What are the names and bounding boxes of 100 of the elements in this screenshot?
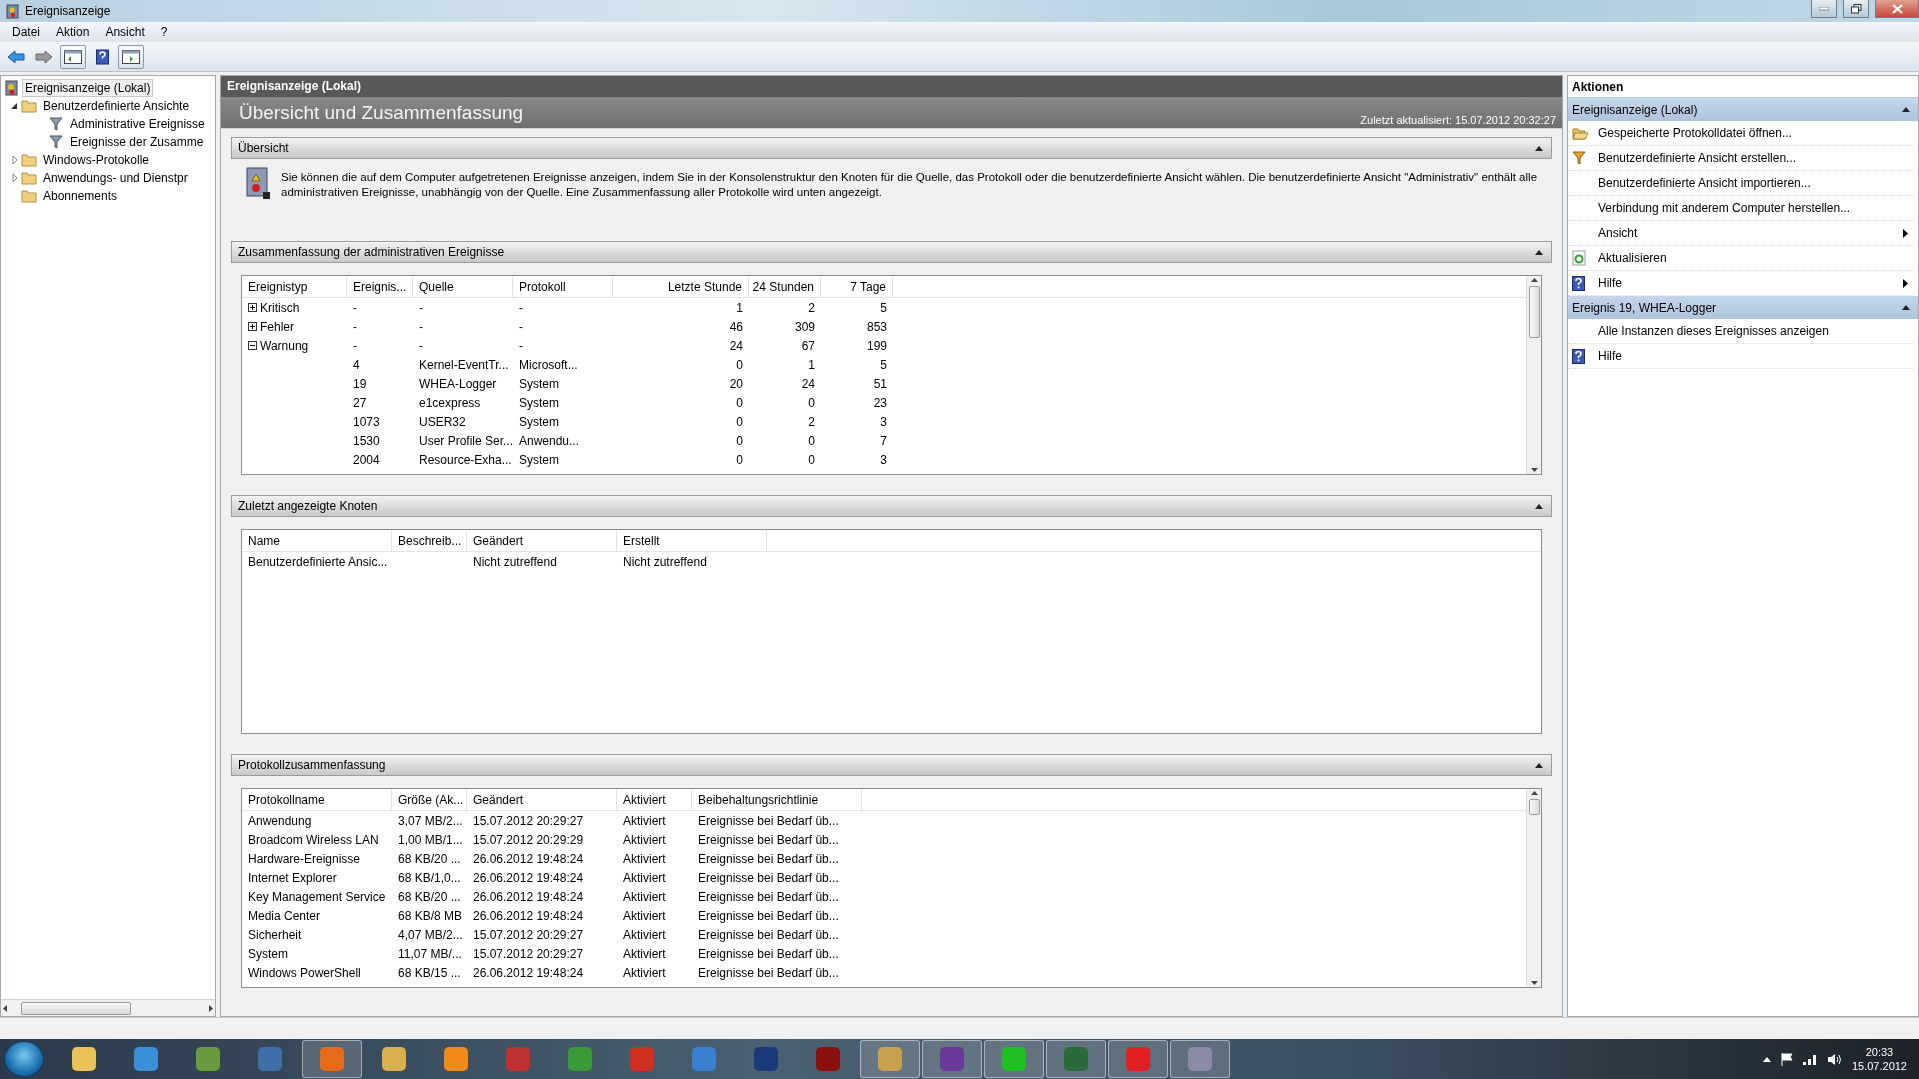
tree-item[interactable]: Benutzerdefinierte Ansichte — [40, 97, 193, 115]
scroll-down-icon[interactable] — [1530, 468, 1538, 472]
section-header[interactable]: Zuletzt angezeigte Knoten — [231, 495, 1552, 517]
table-cell-text: 0 — [735, 413, 744, 431]
tree-item[interactable]: Administrative Ereignisse — [67, 115, 208, 133]
action-link[interactable]: Benutzerdefinierte Ansicht erstellen... — [1598, 151, 1908, 165]
maximize-button[interactable] — [1843, 0, 1869, 18]
signal-icon[interactable] — [1802, 1053, 1817, 1065]
action-link[interactable]: Ansicht — [1598, 226, 1903, 240]
column-header[interactable]: Geändert — [467, 789, 617, 811]
collapse-icon[interactable] — [1535, 145, 1543, 151]
table-cell-text: System — [247, 945, 289, 963]
tree-item[interactable]: Ereignisanzeige (Lokal) — [22, 79, 154, 97]
table-cell-text: 68 KB/20 ... — [397, 850, 462, 868]
table-cell-text: Kernel-EventTr... — [418, 356, 510, 374]
menu-item[interactable]: Aktion — [48, 23, 98, 41]
column-header[interactable]: Beibehaltungsrichtlinie — [692, 789, 862, 811]
column-header[interactable]: Letzte Stunde — [613, 276, 749, 298]
column-header[interactable]: Erstellt — [617, 530, 767, 552]
tree-item[interactable]: Abonnements — [40, 187, 121, 205]
column-header[interactable]: Beschreib... — [392, 530, 467, 552]
column-header[interactable]: Quelle — [413, 276, 513, 298]
collapse-icon[interactable] — [248, 341, 257, 350]
column-header[interactable]: Ereignis... — [347, 276, 413, 298]
column-header[interactable]: Größe (Ak... — [392, 789, 467, 811]
expand-icon[interactable] — [248, 303, 257, 312]
action-link[interactable]: Alle Instanzen dieses Ereignisses anzeigen — [1598, 324, 1908, 338]
close-button[interactable] — [1875, 0, 1919, 18]
section-header[interactable]: Zusammenfassung der administrativen Ereignisse — [231, 241, 1552, 263]
column-header[interactable]: Name — [242, 530, 392, 552]
table-cell-text: Ereignisse bei Bedarf üb... — [697, 831, 840, 849]
action-link[interactable]: Verbindung mit anderem Computer herstellen... — [1598, 201, 1908, 215]
section-header[interactable]: Protokollzusammenfassung — [231, 754, 1552, 776]
minimize-button[interactable] — [1811, 0, 1837, 18]
table-cell-text: 4,07 MB/2... — [397, 926, 464, 944]
flag-icon[interactable] — [1780, 1052, 1793, 1066]
funnel-icon — [1572, 151, 1586, 165]
show-hidden-icons-icon[interactable] — [1762, 1056, 1771, 1062]
table-cell-text: 68 KB/15 ... — [397, 964, 462, 982]
table-cell-text: 2004 — [352, 451, 381, 469]
scroll-right-icon[interactable] — [209, 1004, 213, 1012]
table-cell-text: 1 — [735, 299, 744, 317]
column-header[interactable]: Protokollname — [242, 789, 392, 811]
section-header[interactable]: Übersicht — [231, 137, 1552, 159]
action-link[interactable]: Gespeicherte Protokolldatei öffnen... — [1598, 126, 1908, 140]
table-cell-text: Aktiviert — [622, 869, 667, 887]
scroll-down-icon[interactable] — [1530, 981, 1538, 985]
table-cell-text: - — [518, 299, 524, 317]
taskbar-button[interactable] — [922, 1040, 982, 1078]
expand-icon[interactable] — [248, 322, 257, 331]
collapse-icon[interactable] — [1535, 762, 1543, 768]
column-header[interactable]: 7 Tage — [821, 276, 893, 298]
funnel-icon — [49, 135, 63, 149]
scroll-thumb[interactable] — [21, 1001, 131, 1015]
action-link[interactable]: Benutzerdefinierte Ansicht importieren... — [1598, 176, 1908, 190]
speaker-icon[interactable] — [1826, 1052, 1842, 1066]
scrollbar[interactable] — [1, 999, 215, 1016]
start-button[interactable] — [4, 1041, 44, 1077]
column-header[interactable]: Protokoll — [513, 276, 613, 298]
collapse-icon[interactable] — [1535, 503, 1543, 509]
table-cell-text: User Profile Ser... — [418, 432, 513, 450]
tree-item[interactable]: Windows-Protokolle — [40, 151, 153, 169]
collapse-icon[interactable] — [1902, 107, 1910, 112]
scroll-left-icon[interactable] — [3, 1004, 7, 1012]
action-link[interactable]: Aktualisieren — [1598, 251, 1908, 265]
scrollbar[interactable] — [1526, 789, 1541, 987]
collapse-icon[interactable] — [1902, 305, 1910, 310]
show-action-pane-button[interactable] — [118, 44, 144, 69]
table-cell-text: Broadcom Wireless LAN — [247, 831, 380, 849]
column-header[interactable]: Geändert — [467, 530, 617, 552]
table-cell-text: 19 — [352, 375, 368, 393]
table-cell-text: 68 KB/1,0... — [397, 869, 462, 887]
menu-item[interactable]: ? — [152, 23, 176, 41]
scroll-up-icon[interactable] — [1530, 278, 1538, 282]
scroll-up-icon[interactable] — [1530, 791, 1538, 795]
column-header[interactable]: Aktiviert — [617, 789, 692, 811]
clock[interactable]: 20:33 15.07.2012 — [1851, 1045, 1907, 1073]
collapse-icon[interactable] — [1535, 249, 1543, 255]
taskbar-button[interactable] — [1046, 1040, 1106, 1078]
action-link[interactable]: Hilfe — [1598, 276, 1903, 290]
action-link[interactable]: Hilfe — [1598, 349, 1908, 363]
scroll-thumb[interactable] — [1528, 286, 1540, 338]
menu-item[interactable]: Datei — [4, 23, 48, 41]
group-header[interactable]: Ereignis 19, WHEA-Logger — [1568, 296, 1918, 319]
tree-item[interactable]: Anwendungs- und Dienstpr — [40, 169, 191, 187]
menu-item[interactable]: Ansicht — [97, 23, 153, 41]
table-cell-text: Ereignisse bei Bedarf üb... — [697, 926, 840, 944]
tree-item[interactable]: Ereignisse der Zusamme — [67, 133, 207, 151]
table-cell-text: Ereignisse bei Bedarf üb... — [697, 888, 840, 906]
table-cell-text: 15.07.2012 20:29:27 — [472, 812, 585, 830]
column-header[interactable]: Ereignistyp — [242, 276, 347, 298]
table-cell-text: 15.07.2012 20:29:27 — [472, 945, 585, 963]
show-tree-button[interactable] — [60, 44, 86, 69]
group-header[interactable]: Ereignisanzeige (Lokal) — [1568, 98, 1918, 121]
table-cell-text: System — [518, 394, 560, 412]
table-cell-text: 3,07 MB/2... — [397, 812, 464, 830]
scrollbar[interactable] — [1526, 276, 1541, 474]
group-title: Ereignis 19, WHEA-Logger — [1572, 300, 1717, 315]
column-header[interactable]: 24 Stunden — [749, 276, 821, 298]
scroll-thumb[interactable] — [1528, 799, 1540, 815]
